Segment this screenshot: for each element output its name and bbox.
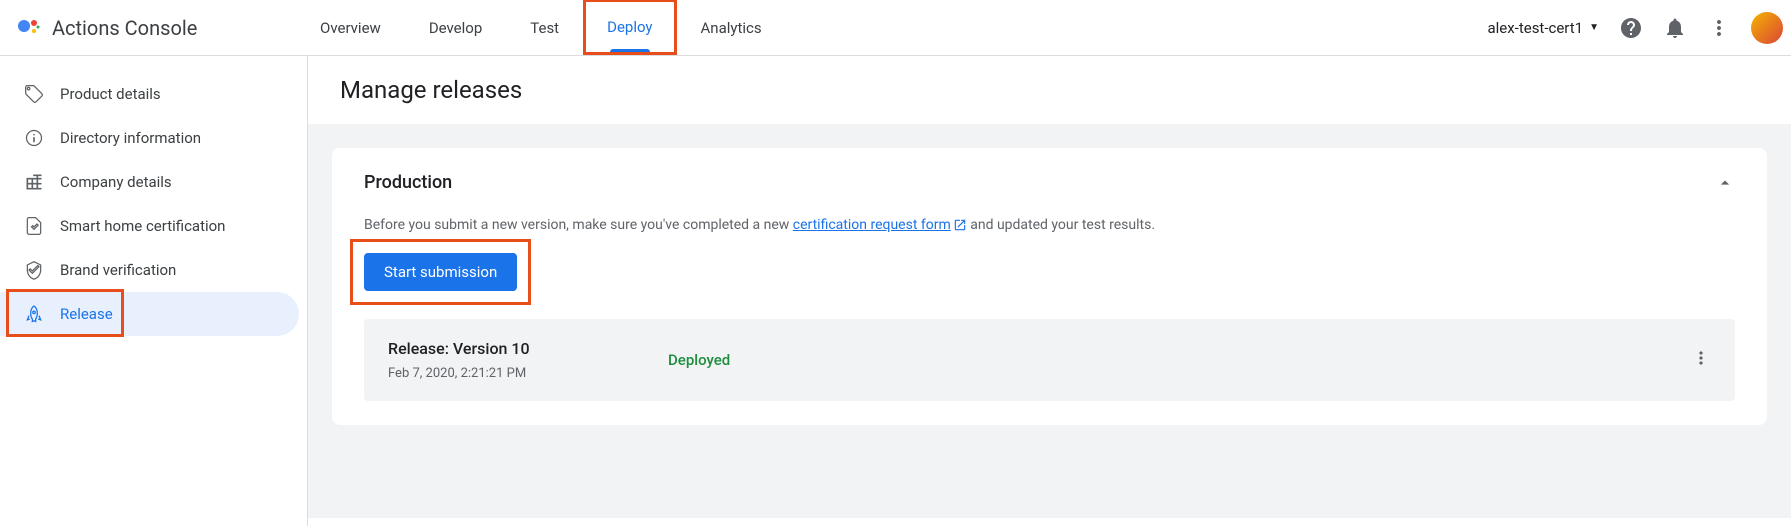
tab-analytics[interactable]: Analytics xyxy=(677,0,786,56)
notifications-icon[interactable] xyxy=(1663,16,1687,40)
tab-overview[interactable]: Overview xyxy=(296,0,405,56)
release-card: Release: Version 10 Feb 7, 2020, 2:21:21… xyxy=(364,319,1735,401)
page-title: Manage releases xyxy=(308,56,1791,124)
app-title: Actions Console xyxy=(52,16,197,40)
sidebar-item-smart-home-cert[interactable]: Smart home certification xyxy=(0,204,307,248)
more-vert-icon xyxy=(1691,348,1711,368)
building-icon xyxy=(24,172,44,192)
sidebar-item-product-details[interactable]: Product details xyxy=(0,72,307,116)
nav-tabs: Overview Develop Test Deploy Analytics xyxy=(296,0,786,56)
sidebar-item-company-details[interactable]: Company details xyxy=(0,160,307,204)
sidebar-item-release[interactable]: Release xyxy=(0,292,299,336)
sidebar-item-directory-info[interactable]: Directory information xyxy=(0,116,307,160)
help-icon[interactable] xyxy=(1619,16,1643,40)
release-menu-button[interactable] xyxy=(1691,348,1711,372)
sidebar-item-label: Smart home certification xyxy=(60,217,225,235)
user-avatar[interactable] xyxy=(1751,12,1783,44)
assistant-logo-icon xyxy=(16,16,40,40)
cert-icon xyxy=(24,216,44,236)
release-title: Release: Version 10 xyxy=(388,339,668,358)
production-title: Production xyxy=(364,172,452,193)
project-name: alex-test-cert1 xyxy=(1487,19,1583,37)
dropdown-arrow-icon: ▼ xyxy=(1589,22,1599,33)
tab-test[interactable]: Test xyxy=(506,0,583,56)
sidebar-item-label: Brand verification xyxy=(60,261,176,279)
sidebar: Product details Directory information Co… xyxy=(0,56,308,526)
info-icon xyxy=(24,128,44,148)
tab-develop[interactable]: Develop xyxy=(405,0,506,56)
sidebar-item-brand-verification[interactable]: Brand verification xyxy=(0,248,307,292)
certification-link[interactable]: certification request form xyxy=(793,217,951,233)
start-submission-button[interactable]: Start submission xyxy=(364,253,517,291)
instruction-text: Before you submit a new version, make su… xyxy=(364,217,1735,233)
sidebar-item-label: Company details xyxy=(60,173,172,191)
tag-icon xyxy=(24,84,44,104)
production-card: Production Before you submit a new versi… xyxy=(332,148,1767,425)
sidebar-item-label: Release xyxy=(60,305,113,323)
shield-icon xyxy=(24,260,44,280)
release-status: Deployed xyxy=(668,351,730,369)
chevron-up-icon[interactable] xyxy=(1715,173,1735,193)
external-link-icon xyxy=(953,218,967,232)
release-timestamp: Feb 7, 2020, 2:21:21 PM xyxy=(388,366,668,381)
sidebar-item-label: Product details xyxy=(60,85,161,103)
more-vert-icon[interactable] xyxy=(1707,16,1731,40)
sidebar-item-label: Directory information xyxy=(60,129,201,147)
rocket-icon xyxy=(24,304,44,324)
project-selector[interactable]: alex-test-cert1 ▼ xyxy=(1487,19,1599,37)
tab-deploy[interactable]: Deploy xyxy=(583,0,676,55)
